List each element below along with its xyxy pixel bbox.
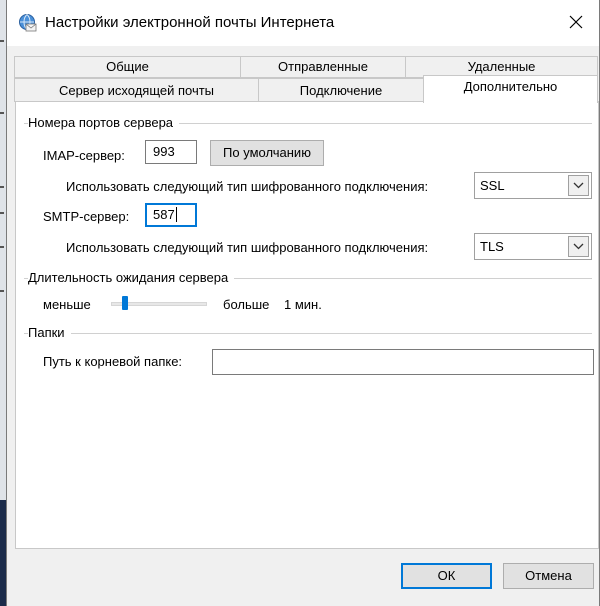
default-ports-label: По умолчанию bbox=[223, 145, 311, 160]
smtp-encryption-value: TLS bbox=[480, 239, 504, 254]
ok-button[interactable]: ОК bbox=[401, 563, 492, 589]
text-caret bbox=[175, 207, 177, 222]
timeout-group-title: Длительность ожидания сервера bbox=[28, 270, 235, 285]
imap-encryption-label: Использовать следующий тип шифрованного … bbox=[66, 179, 429, 194]
cancel-label: Отмена bbox=[525, 568, 572, 583]
desktop-tick bbox=[0, 290, 4, 292]
dialog-footer: ОК Отмена bbox=[7, 549, 599, 606]
tab-strip: Общие Отправленные Удаленные Сервер исхо… bbox=[14, 56, 598, 103]
desktop-tick bbox=[0, 212, 4, 214]
timeout-slider[interactable] bbox=[111, 294, 207, 314]
tab-general[interactable]: Общие bbox=[14, 56, 241, 78]
tab-sent[interactable]: Отправленные bbox=[240, 56, 406, 78]
desktop-tick bbox=[0, 186, 4, 188]
tab-outgoing-server[interactable]: Сервер исходящей почты bbox=[14, 78, 259, 102]
tab-connection[interactable]: Подключение bbox=[258, 78, 424, 102]
imap-port-input[interactable]: 993 bbox=[145, 140, 197, 164]
globe-mail-icon bbox=[17, 13, 37, 33]
root-path-label: Путь к корневой папке: bbox=[43, 354, 183, 369]
timeout-more-label: больше bbox=[223, 297, 270, 312]
desktop-tick bbox=[0, 112, 4, 114]
imap-label: IMAP-сервер: bbox=[43, 148, 125, 163]
cancel-button[interactable]: Отмена bbox=[503, 563, 594, 589]
tab-label: Удаленные bbox=[467, 59, 536, 74]
timeout-less-label: меньше bbox=[43, 297, 91, 312]
imap-encryption-value: SSL bbox=[480, 178, 505, 193]
chevron-down-icon[interactable] bbox=[568, 175, 589, 196]
title-bar[interactable]: Настройки электронной почты Интернета bbox=[7, 0, 599, 46]
close-button[interactable] bbox=[553, 0, 599, 46]
tab-label: Дополнительно bbox=[463, 79, 558, 94]
desktop-tick bbox=[0, 40, 4, 42]
root-path-input[interactable] bbox=[212, 349, 594, 375]
timeout-value: 1 мин. bbox=[284, 297, 322, 312]
advanced-panel: Номера портов сервера IMAP-сервер: 993 П… bbox=[15, 101, 599, 549]
smtp-label: SMTP-сервер: bbox=[43, 209, 130, 224]
window-title: Настройки электронной почты Интернета bbox=[45, 14, 335, 31]
tab-label: Подключение bbox=[299, 83, 383, 98]
ports-group-title: Номера портов сервера bbox=[28, 115, 180, 130]
tab-label: Сервер исходящей почты bbox=[58, 83, 215, 98]
desktop-tick bbox=[0, 246, 4, 248]
smtp-encryption-select[interactable]: TLS bbox=[474, 233, 592, 260]
close-icon bbox=[569, 15, 583, 32]
tab-label: Общие bbox=[106, 59, 149, 74]
ok-label: ОК bbox=[437, 568, 456, 583]
tab-label: Отправленные bbox=[278, 59, 368, 74]
chevron-down-icon[interactable] bbox=[568, 236, 589, 257]
tab-advanced[interactable]: Дополнительно bbox=[423, 75, 598, 103]
default-ports-button[interactable]: По умолчанию bbox=[210, 140, 324, 166]
settings-dialog: Настройки электронной почты Интернета Об… bbox=[6, 0, 600, 606]
slider-thumb[interactable] bbox=[122, 296, 128, 310]
group-separator bbox=[24, 333, 592, 334]
imap-encryption-select[interactable]: SSL bbox=[474, 172, 592, 199]
smtp-port-input[interactable]: 587 bbox=[145, 203, 197, 227]
folders-group-title: Папки bbox=[28, 325, 71, 340]
smtp-encryption-label: Использовать следующий тип шифрованного … bbox=[66, 240, 429, 255]
smtp-port-value: 587 bbox=[153, 207, 175, 222]
imap-port-value: 993 bbox=[153, 144, 175, 159]
